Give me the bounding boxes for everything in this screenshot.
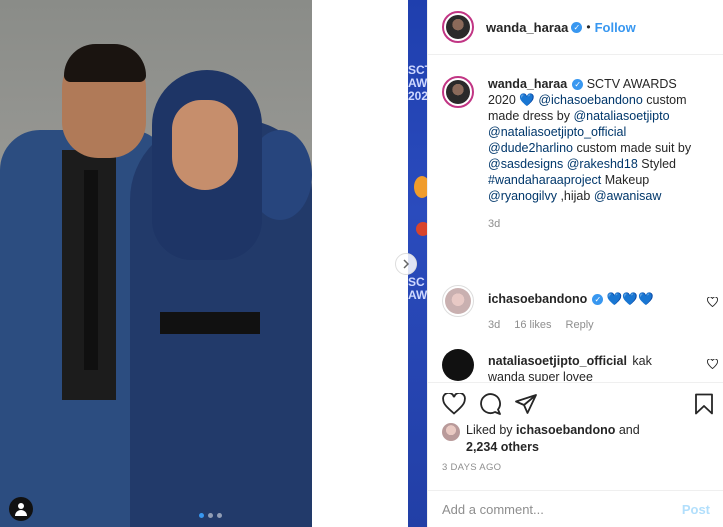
avatar[interactable]	[442, 285, 474, 317]
chevron-right-icon[interactable]	[395, 253, 417, 275]
verified-icon: ✓	[572, 79, 584, 90]
caption-text-part: Styled	[637, 157, 677, 171]
heart-icon[interactable]	[442, 393, 466, 415]
comment-icon[interactable]	[478, 393, 502, 415]
strip-orb	[414, 176, 427, 198]
mention-link[interactable]: @rakeshd18	[567, 157, 638, 171]
caption-text: wanda_haraa ✓ SCTV AWARDS 2020 💙 @ichasoe…	[488, 76, 694, 204]
bookmark-icon[interactable]	[694, 393, 714, 415]
tag-user-head	[18, 503, 24, 509]
mention-link[interactable]: @nataliasoetjipto	[573, 109, 669, 123]
strip-text-top: SCTV AWA 2020	[408, 63, 427, 103]
strip-text-bottom: SC AW	[408, 275, 427, 302]
avatar[interactable]	[442, 349, 474, 381]
photo-gap	[312, 0, 408, 527]
liked-by-text: Liked by ichasoebandono and 2,234 others	[466, 422, 640, 456]
caption-age[interactable]: 3d	[488, 216, 500, 232]
liked-middle: and	[615, 423, 640, 437]
post-button[interactable]: Post	[682, 502, 710, 517]
caption-text-part: Makeup	[601, 173, 650, 187]
header-username[interactable]: wanda_haraa	[486, 20, 568, 35]
dress-belt	[160, 312, 260, 334]
header-separator: •	[586, 20, 591, 34]
comment-heart-icon[interactable]	[707, 359, 718, 369]
comment-item: nataliasoetjipto_official kak wanda supe…	[442, 349, 718, 381]
follow-button[interactable]: Follow	[595, 20, 636, 35]
liked-by: Liked by ichasoebandono and 2,234 others	[442, 422, 640, 456]
tag-user-body	[15, 510, 27, 516]
comment-username[interactable]: ichasoebandono	[488, 292, 587, 306]
share-icon[interactable]	[514, 393, 538, 415]
mention-link[interactable]: @sasdesigns	[488, 157, 563, 171]
caption-username[interactable]: wanda_haraa	[488, 77, 567, 91]
hashtag-link[interactable]: #wandaharaaproject	[488, 173, 601, 187]
post-actions	[428, 382, 723, 422]
avatar[interactable]	[442, 11, 474, 43]
avatar[interactable]	[442, 76, 474, 108]
comment-username[interactable]: nataliasoetjipto_official	[488, 354, 627, 368]
mention-link[interactable]: @dude2harlino	[488, 141, 573, 155]
mention-link[interactable]: @ichasoebandono	[538, 93, 642, 107]
man-hair	[64, 44, 146, 82]
verified-icon: ✓	[592, 294, 604, 305]
post-image	[0, 0, 312, 527]
carousel-dot	[208, 513, 213, 518]
comment-text: nataliasoetjipto_official kak wanda supe…	[488, 353, 688, 381]
caption: wanda_haraa ✓ SCTV AWARDS 2020 💙 @ichasoe…	[442, 76, 714, 232]
post-timestamp[interactable]: 3 DAYS AGO	[442, 462, 501, 473]
caption-body: SCTV AWARDS 2020 💙 @ichasoebandono custo…	[488, 77, 691, 203]
blue-heart-emoji: 💙	[519, 93, 535, 107]
strip-orb-2	[416, 222, 427, 236]
man-tie	[84, 170, 98, 370]
mention-link[interactable]: @nataliasoetjipto_official	[488, 125, 626, 139]
caption-text-part: ,hijab	[556, 189, 594, 203]
caption-text-part: custom made suit by	[572, 141, 692, 155]
post-photo[interactable]: SCTV AWA 2020 SC AW	[0, 0, 427, 527]
comment-input[interactable]	[442, 501, 682, 517]
reply-button[interactable]: Reply	[566, 317, 594, 333]
liked-prefix: Liked by	[466, 423, 517, 437]
post-header: wanda_haraa ✓ • Follow	[428, 0, 723, 55]
comment-age[interactable]: 3d	[488, 317, 500, 333]
comment-heart-icon[interactable]	[707, 297, 718, 307]
verified-icon: ✓	[571, 21, 583, 33]
comment-item: ichasoebandono ✓ 💙💙💙 3d 16 likes Reply	[442, 285, 718, 333]
carousel-dot	[199, 513, 204, 518]
add-comment-bar: Post	[428, 490, 723, 527]
mention-link[interactable]: @ryanogilvy	[488, 189, 557, 203]
comment-body: 💙💙💙	[606, 292, 654, 306]
carousel-dot	[217, 513, 222, 518]
comment-text: ichasoebandono ✓ 💙💙💙	[488, 291, 688, 307]
liked-user[interactable]: ichasoebandono	[516, 423, 615, 437]
woman-face	[172, 100, 238, 190]
mention-link[interactable]: @awanisaw	[594, 189, 662, 203]
comment-likes[interactable]: 16 likes	[514, 317, 551, 333]
tag-user-icon[interactable]	[9, 497, 33, 521]
comments-list[interactable]: wanda_haraa ✓ SCTV AWARDS 2020 💙 @ichasoe…	[428, 56, 723, 381]
liked-others[interactable]: 2,234 others	[466, 440, 539, 454]
avatar[interactable]	[442, 423, 460, 441]
post-side-panel: wanda_haraa ✓ • Follow wanda_haraa ✓ SCTV…	[427, 0, 723, 527]
carousel-dots	[199, 513, 222, 518]
